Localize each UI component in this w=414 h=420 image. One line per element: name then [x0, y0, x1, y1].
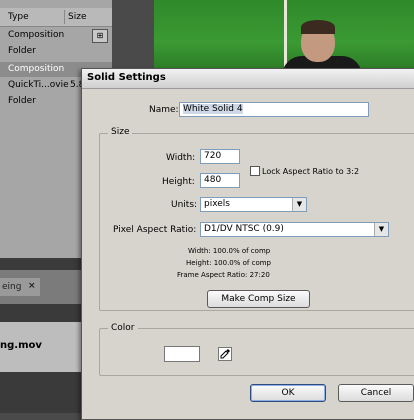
project-row-type: Folder: [8, 96, 36, 106]
pixel-aspect-ratio-value: D1/DV NTSC (0.9): [204, 224, 284, 234]
timeline-layer-name[interactable]: ng.mov: [0, 340, 42, 351]
column-type-header[interactable]: Type: [8, 12, 29, 22]
width-label: Width:: [166, 153, 196, 163]
dialog-title: Solid Settings: [87, 72, 166, 83]
project-row-type: Folder: [8, 46, 36, 56]
column-divider[interactable]: [64, 10, 65, 24]
tab-label: eing: [2, 282, 22, 292]
composition-viewer[interactable]: [154, 0, 414, 76]
make-comp-size-button[interactable]: Make Comp Size: [207, 290, 310, 308]
units-select[interactable]: pixels ▼: [200, 197, 307, 212]
lock-aspect-label[interactable]: Lock Aspect Ratio to 3:2: [262, 167, 359, 176]
eyedropper-icon[interactable]: [218, 347, 232, 361]
height-label: Height:: [162, 177, 195, 187]
name-label: Name:: [149, 105, 179, 115]
solid-settings-dialog: Solid Settings Name: White Solid 4 Size …: [81, 68, 414, 420]
project-row[interactable]: Folder: [0, 44, 112, 59]
video-person-hair: [301, 20, 335, 34]
name-field-value: White Solid 4: [183, 104, 243, 114]
flowchart-icon[interactable]: ⊞: [92, 29, 108, 43]
pixel-aspect-ratio-label: Pixel Aspect Ratio:: [113, 225, 197, 235]
width-field[interactable]: 720: [200, 149, 240, 164]
color-swatch[interactable]: [164, 346, 200, 362]
info-height: Height: 100.0% of comp: [186, 259, 272, 267]
height-field[interactable]: 480: [200, 173, 240, 188]
ok-button[interactable]: OK: [250, 384, 326, 402]
units-label: Units:: [171, 200, 198, 210]
project-column-header: Type Size: [0, 8, 112, 27]
project-row-type: Composition: [8, 30, 65, 40]
name-field[interactable]: White Solid 4: [179, 102, 369, 117]
chevron-down-icon[interactable]: ▼: [374, 223, 388, 236]
cancel-button[interactable]: Cancel: [338, 384, 414, 402]
color-group: [99, 328, 414, 376]
tab-timeline[interactable]: eing ×: [0, 278, 40, 296]
column-size-header[interactable]: Size: [68, 12, 86, 22]
size-group-title: Size: [108, 127, 133, 137]
project-row-type: Composition: [8, 64, 65, 74]
lock-aspect-checkbox[interactable]: [250, 166, 260, 176]
info-width: Width: 100.0% of comp: [188, 247, 271, 255]
color-group-title: Color: [108, 323, 138, 333]
video-pole: [284, 0, 287, 70]
pixel-aspect-ratio-select[interactable]: D1/DV NTSC (0.9) ▼: [200, 222, 389, 237]
project-row[interactable]: Composition ⊞: [0, 28, 112, 43]
info-frame-aspect: Frame Aspect Ratio: 27:20: [177, 271, 270, 279]
close-icon[interactable]: ×: [28, 281, 36, 291]
units-value: pixels: [204, 199, 230, 209]
eyedropper-glyph: [220, 349, 230, 359]
dialog-titlebar[interactable]: Solid Settings: [82, 69, 414, 89]
project-row-type: QuickTi...ovie: [8, 80, 69, 90]
chevron-down-icon[interactable]: ▼: [292, 198, 306, 211]
